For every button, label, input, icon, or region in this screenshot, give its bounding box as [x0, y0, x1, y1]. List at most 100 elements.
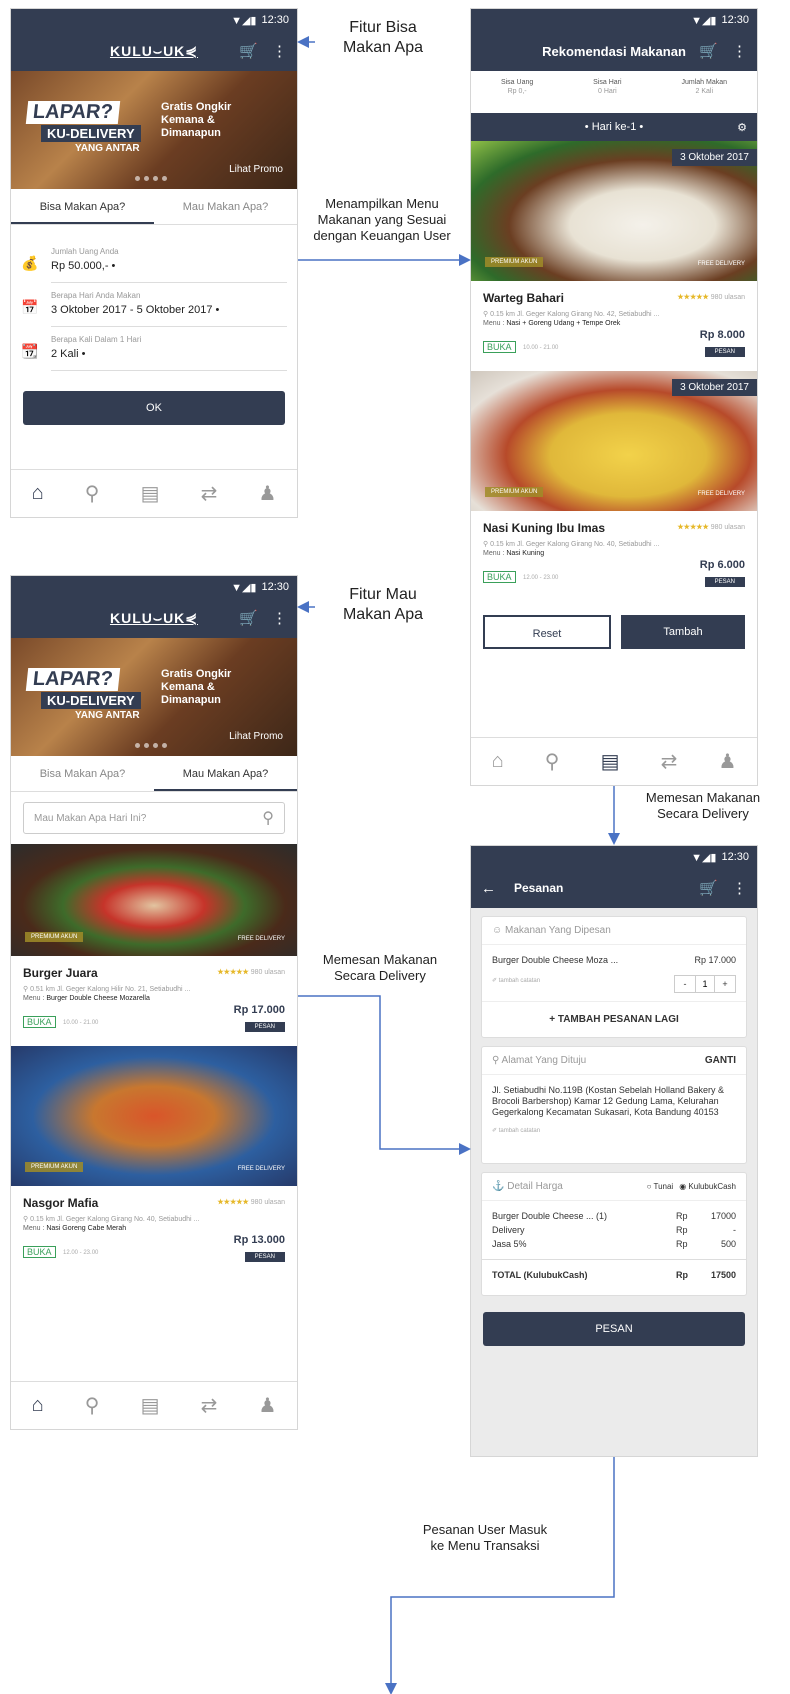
times-field[interactable]: 📆 Berapa Kali Dalam 1 Hari 2 Kali • [11, 327, 297, 371]
banner-yang-antar: YANG ANTAR [75, 143, 140, 154]
banner-yang-antar: YANG ANTAR [75, 710, 140, 721]
restaurant-card[interactable]: Nasi Kuning Ibu Imas ★★★★★ 980 ulasan ⚲ … [471, 511, 757, 601]
bottom-nav: ⌂ ⚲ ▤ ⇄ ♟ [471, 737, 757, 785]
qty-value[interactable]: 1 [695, 976, 715, 992]
search-icon[interactable]: ⚲ [545, 749, 560, 774]
restaurant-card[interactable]: Warteg Bahari ★★★★★ 980 ulasan ⚲ 0.15 km… [471, 281, 757, 371]
premium-badge: PREMIUM AKUN [485, 487, 544, 497]
back-arrow-icon[interactable]: ← [481, 880, 496, 897]
cart-icon[interactable]: 🛒 [699, 42, 718, 60]
payment-options: ○ Tunai ◉ KulubukCash [647, 1182, 736, 1191]
delivery-address: Jl. Setiabudhi No.119B (Kostan Sebelah H… [492, 1085, 724, 1117]
tab-bisa-makan-apa[interactable]: Bisa Makan Apa? [11, 189, 154, 224]
banner-lihat-promo[interactable]: Lihat Promo [229, 164, 283, 175]
delivery-icon[interactable]: ▤ [141, 1393, 160, 1418]
status-time: 12:30 [261, 14, 289, 26]
qty-plus-button[interactable]: + [715, 976, 735, 992]
summary-value: 2 Kali [695, 88, 714, 95]
qty-minus-button[interactable]: - [675, 976, 695, 992]
banner-kudelivery: KU-DELIVERY [41, 692, 141, 709]
date-badge: 3 Oktober 2017 [672, 379, 757, 396]
days-label: Berapa Hari Anda Makan [51, 291, 141, 300]
profile-icon[interactable]: ♟ [718, 749, 736, 774]
tambah-button[interactable]: Tambah [621, 615, 745, 649]
summary-label: Sisa Uang [500, 79, 534, 86]
reset-button[interactable]: Reset [483, 615, 611, 649]
annotation-fitur-bisa: Fitur Bisa Makan Apa [342, 19, 424, 56]
food-image[interactable]: PREMIUM AKUN FREE DELIVERY [11, 844, 297, 956]
money-field[interactable]: 💰 Jumlah Uang Anda Rp 50.000,- • [11, 239, 297, 283]
rating-stars: ★★★★★ 980 ulasan [217, 1199, 285, 1206]
restaurant-menu: Menu : Burger Double Cheese Mozarella [23, 995, 150, 1002]
cart-icon[interactable]: 🛒 [699, 879, 718, 897]
summary-label: Jumlah Makan [681, 79, 728, 86]
status-time: 12:30 [261, 581, 289, 593]
promo-banner[interactable]: LAPAR? KU-DELIVERY YANG ANTAR Gratis Ong… [11, 638, 297, 756]
radio-tunai[interactable]: ○ Tunai [647, 1182, 674, 1191]
banner-lihat-promo[interactable]: Lihat Promo [229, 731, 283, 742]
price-detail-box: ⚓ Detail Harga ○ Tunai ◉ KulubukCash Burg… [481, 1172, 747, 1296]
add-more-button[interactable]: + TAMBAH PESANAN LAGI [482, 1001, 746, 1037]
search-placeholder: Mau Makan Apa Hari Ini? [34, 812, 147, 824]
tab-mau-makan-apa[interactable]: Mau Makan Apa? [154, 756, 297, 791]
calendar-icon: 📆 [21, 343, 39, 359]
delivery-icon[interactable]: ▤ [601, 749, 620, 774]
tab-mau-makan-apa[interactable]: Mau Makan Apa? [154, 189, 297, 224]
order-button[interactable]: PESAN [244, 1252, 285, 1262]
radio-kulubukcash[interactable]: ◉ KulubukCash [679, 1182, 736, 1191]
restaurant-address: ⚲ 0.15 km Jl. Geger Kalong Girang No. 40… [483, 541, 660, 548]
search-icon[interactable]: ⚲ [262, 808, 274, 828]
more-vert-icon[interactable]: ⋮ [272, 42, 287, 60]
day-label: • Hari ke-1 • [584, 121, 644, 133]
promo-banner[interactable]: LAPAR? KU-DELIVERY YANG ANTAR Gratis Ong… [11, 71, 297, 189]
signal-icon: ▼◢▮ [691, 851, 717, 864]
restaurant-card[interactable]: Burger Juara ★★★★★ 980 ulasan ⚲ 0.51 km … [11, 956, 297, 1046]
banner-gratis: Gratis Ongkir Kemana & Dimanapun [161, 101, 232, 139]
food-image[interactable]: 3 Oktober 2017 PREMIUM AKUN FREE DELIVER… [471, 371, 757, 511]
more-vert-icon[interactable]: ⋮ [732, 42, 747, 60]
days-field[interactable]: 📅 Berapa Hari Anda Makan 3 Oktober 2017 -… [11, 283, 297, 327]
transaction-icon[interactable]: ⇄ [201, 1393, 218, 1418]
home-icon[interactable]: ⌂ [32, 1394, 44, 1417]
gear-icon[interactable]: ⚙ [737, 121, 747, 134]
more-vert-icon[interactable]: ⋮ [272, 609, 287, 627]
carousel-dots[interactable] [135, 176, 167, 181]
search-icon[interactable]: ⚲ [85, 481, 100, 506]
ordered-header: ☺ Makanan Yang Dipesan [492, 925, 611, 936]
profile-icon[interactable]: ♟ [258, 1393, 276, 1418]
transaction-icon[interactable]: ⇄ [661, 749, 678, 774]
annotation-transaksi: Pesanan User Masuk ke Menu Transaksi [422, 1522, 548, 1553]
money-value: Rp 50.000,- • [51, 260, 116, 272]
ok-button[interactable]: OK [23, 391, 285, 425]
signal-icon: ▼◢▮ [231, 581, 257, 594]
app-bar: ← Pesanan 🛒 ⋮ [471, 868, 757, 908]
price: Rp 6.000 [699, 559, 745, 571]
annotation-fitur-mau: Fitur Mau Makan Apa [342, 586, 424, 623]
banner-kudelivery: KU-DELIVERY [41, 125, 141, 142]
cart-icon[interactable]: 🛒 [239, 42, 258, 60]
search-icon[interactable]: ⚲ [85, 1393, 100, 1418]
order-button[interactable]: PESAN [704, 347, 745, 357]
add-note-link[interactable]: ✐ tambah catatan [492, 1126, 736, 1137]
food-image[interactable]: PREMIUM AKUN FREE DELIVERY [11, 1046, 297, 1186]
price-row: Delivery Rp - [492, 1225, 736, 1235]
home-icon[interactable]: ⌂ [492, 750, 504, 773]
status-bar: ▼◢▮ 12:30 [11, 9, 297, 31]
cart-icon[interactable]: 🛒 [239, 609, 258, 627]
delivery-icon[interactable]: ▤ [141, 481, 160, 506]
restaurant-menu: Menu : Nasi Kuning [483, 550, 545, 557]
transaction-icon[interactable]: ⇄ [201, 481, 218, 506]
ganti-button[interactable]: GANTI [705, 1055, 736, 1066]
order-button[interactable]: PESAN [244, 1022, 285, 1032]
carousel-dots[interactable] [135, 743, 167, 748]
more-vert-icon[interactable]: ⋮ [732, 879, 747, 897]
pesan-button[interactable]: PESAN [483, 1312, 745, 1346]
food-image[interactable]: 3 Oktober 2017 PREMIUM AKUN FREE DELIVER… [471, 141, 757, 281]
home-icon[interactable]: ⌂ [32, 482, 44, 505]
tab-bisa-makan-apa[interactable]: Bisa Makan Apa? [11, 756, 154, 791]
order-item: Burger Double Cheese Moza ... Rp 17.000 … [482, 945, 746, 1001]
search-input[interactable]: Mau Makan Apa Hari Ini? ⚲ [23, 802, 285, 834]
order-button[interactable]: PESAN [704, 577, 745, 587]
restaurant-card[interactable]: Nasgor Mafia ★★★★★ 980 ulasan ⚲ 0.15 km … [11, 1186, 297, 1276]
profile-icon[interactable]: ♟ [258, 481, 276, 506]
